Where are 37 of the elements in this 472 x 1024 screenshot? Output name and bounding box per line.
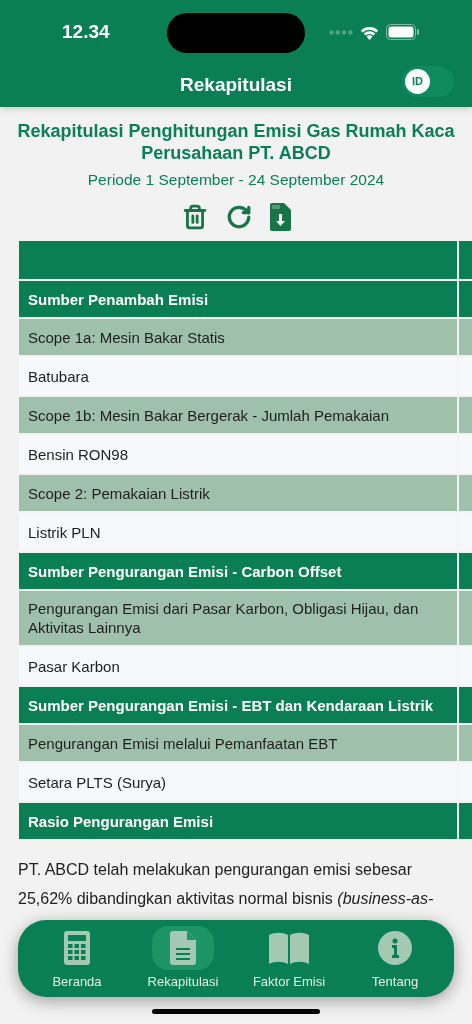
table-cell: Scope 2: Pemakaian Listrik	[19, 475, 457, 512]
table-cell: Pengurangan Emisi melalui Pemanfaatan EBT	[19, 725, 457, 762]
wifi-icon	[359, 24, 380, 40]
calculator-icon	[64, 930, 90, 965]
table-cell: Sumber Pengurangan Emisi - EBT dan Kendaraan Listrik	[19, 687, 457, 724]
table-cell: Bensin RON98	[19, 435, 457, 474]
table-cell: Scope 1a: Mesin Bakar Statis	[19, 319, 457, 356]
book-icon	[269, 931, 309, 964]
table-cell: Setara PLTS (Surya)	[19, 763, 457, 802]
tab-item[interactable]: Tentang	[345, 925, 445, 992]
signal-icon	[329, 29, 353, 35]
table-cell: Listrik PLN	[19, 513, 457, 552]
battery-icon	[386, 24, 420, 40]
page-title: Rekapitulasi	[180, 73, 292, 98]
tab-item[interactable]: Rekapitulasi	[133, 925, 233, 992]
export-pdf-button[interactable]	[269, 203, 291, 232]
table-cell: Pasar Karbon	[19, 647, 457, 686]
summary-text: PT. ABCD telah melakukan pengurangan emisi sebesar 25,62% dibandingkan aktivitas normal bisnis (business-as-	[18, 860, 435, 910]
table-cell: Rasio Pengurangan Emisi	[19, 803, 457, 840]
refresh-icon	[225, 204, 252, 231]
pdf-download-icon	[269, 203, 291, 232]
refresh-button[interactable]	[225, 204, 252, 231]
table-cell: Sumber Penambah Emisi	[19, 281, 457, 318]
delete-button[interactable]	[181, 204, 208, 231]
table-cell: Sumber Pengurangan Emisi - Carbon Offset	[19, 553, 457, 590]
info-icon	[378, 930, 412, 965]
tab-item[interactable]: Faktor Emisi	[239, 925, 339, 992]
report-title: Rekapitulasi Penghitungan Emisi Gas Rumah Kaca Perusahaan PT. ABCD	[16, 120, 456, 164]
table-cell: Pengurangan Emisi dari Pasar Karbon, Obligasi Hijau, dan Aktivitas Lainnya	[19, 591, 457, 646]
table-cell: Scope 1b: Mesin Bakar Bergerak - Jumlah Pemakaian	[19, 397, 457, 434]
status-time: 12.34	[62, 19, 110, 44]
language-toggle[interactable]: ID	[402, 66, 454, 97]
table-cell: Batubara	[19, 357, 457, 396]
tab-item[interactable]: Beranda	[27, 925, 127, 992]
report-period: Periode 1 September - 24 September 2024	[87, 170, 385, 190]
document-icon	[170, 930, 196, 965]
trash-icon	[181, 204, 208, 231]
